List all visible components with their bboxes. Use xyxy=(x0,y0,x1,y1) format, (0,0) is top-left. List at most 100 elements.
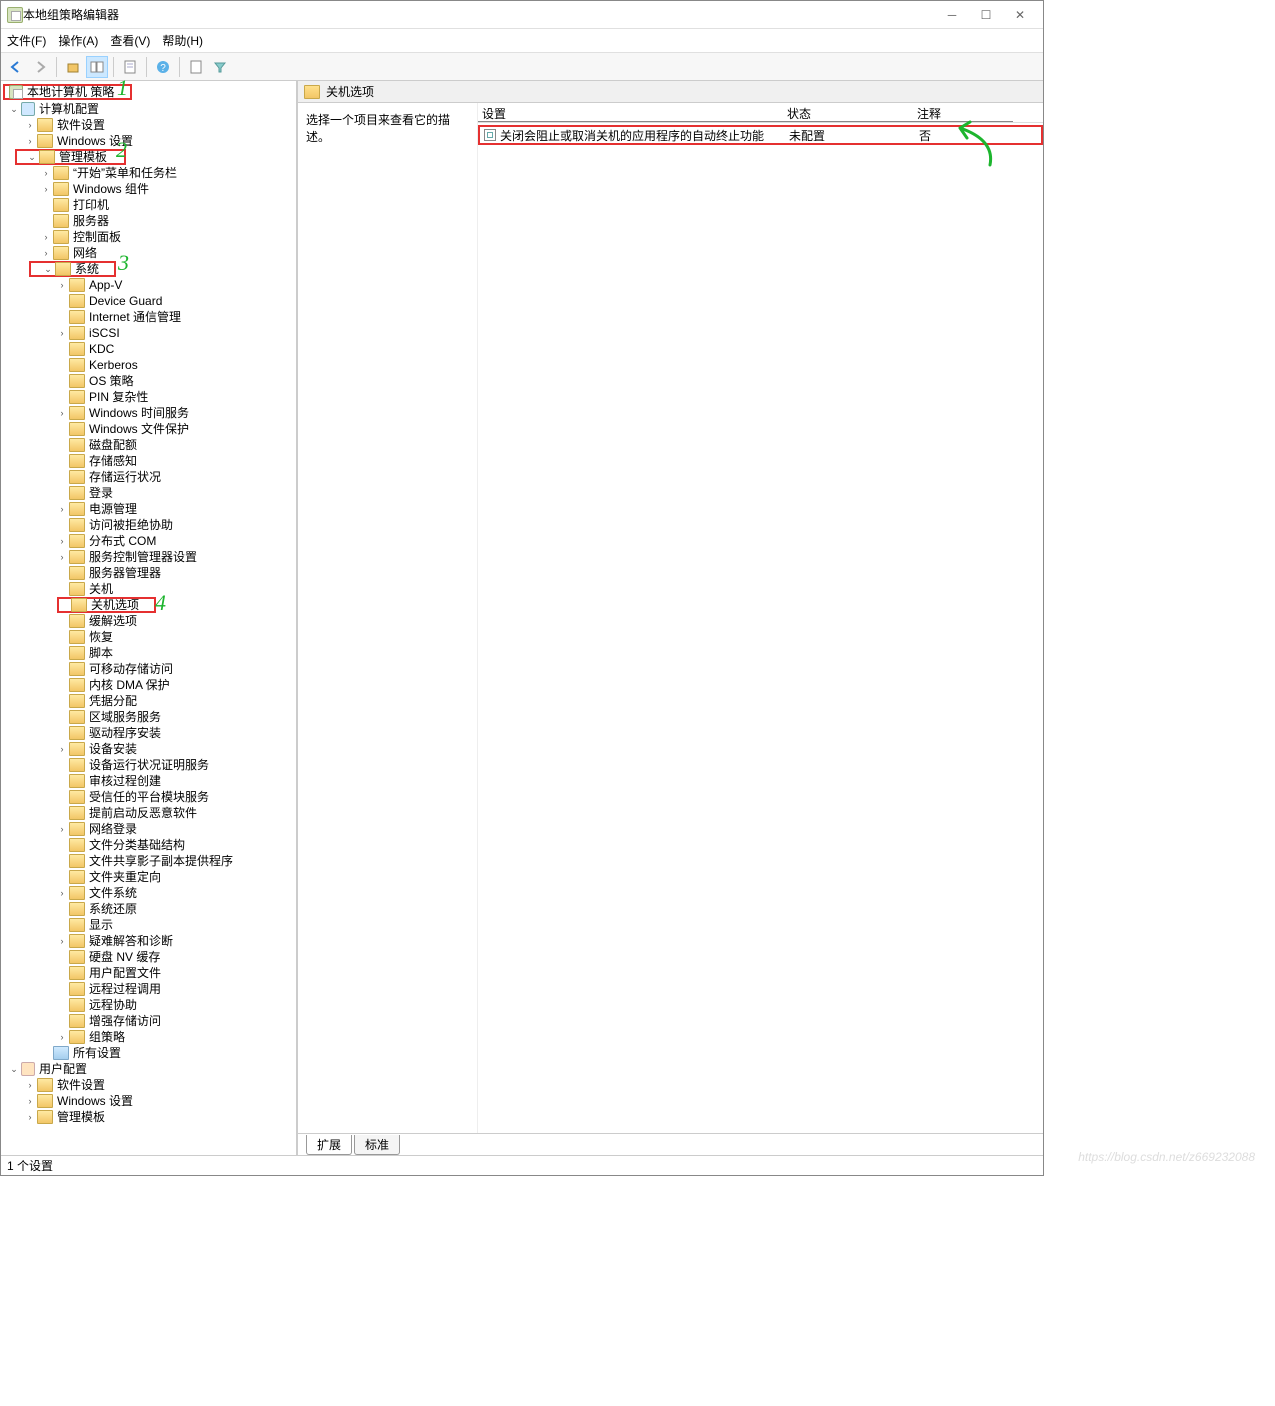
col-status[interactable]: 状态 xyxy=(783,103,913,122)
folder-icon xyxy=(304,85,320,99)
col-setting[interactable]: 设置 xyxy=(478,103,783,122)
tree-u-admin[interactable]: ›管理模板 xyxy=(1,1109,296,1125)
tree-windows-settings[interactable]: ›Windows 设置 xyxy=(1,133,296,149)
tree-computer-config[interactable]: ⌄计算机配置 xyxy=(1,101,296,117)
tree-server[interactable]: 服务器 xyxy=(1,213,296,229)
tree-trusted-platform[interactable]: 受信任的平台模块服务 xyxy=(1,789,296,805)
help-button[interactable]: ? xyxy=(152,56,174,78)
tree-network[interactable]: ›网络 xyxy=(1,245,296,261)
filter-button[interactable] xyxy=(209,56,231,78)
content-title: 关机选项 xyxy=(326,83,374,100)
tree-group-policy[interactable]: ›组策略 xyxy=(1,1029,296,1045)
annotation-3: 3 xyxy=(118,250,129,276)
tree-net-logon[interactable]: ›网络登录 xyxy=(1,821,296,837)
menu-file[interactable]: 文件(F) xyxy=(7,32,46,49)
tree-admin-templates[interactable]: ⌄管理模板 xyxy=(15,149,126,165)
tree-file-system[interactable]: ›文件系统 xyxy=(1,885,296,901)
tree-remote-assist[interactable]: 远程协助 xyxy=(1,997,296,1013)
content-panel: 关机选项 选择一个项目来查看它的描述。 设置 状态 注释 关闭会阻止或取消关机的… xyxy=(297,81,1043,1155)
tree-win-file-protect[interactable]: Windows 文件保护 xyxy=(1,421,296,437)
tree-start-menu[interactable]: ›“开始”菜单和任务栏 xyxy=(1,165,296,181)
maximize-button[interactable]: ☐ xyxy=(969,4,1003,26)
tree-control-panel[interactable]: ›控制面板 xyxy=(1,229,296,245)
tree-enhanced-storage[interactable]: 增强存储访问 xyxy=(1,1013,296,1029)
tree-remote-proc[interactable]: 远程过程调用 xyxy=(1,981,296,997)
tree-troubleshoot[interactable]: ›疑难解答和诊断 xyxy=(1,933,296,949)
menu-help[interactable]: 帮助(H) xyxy=(162,32,203,49)
content-header: 关机选项 xyxy=(298,81,1043,103)
menu-view[interactable]: 查看(V) xyxy=(110,32,150,49)
tree-scm-settings[interactable]: ›服务控制管理器设置 xyxy=(1,549,296,565)
tree-software-settings[interactable]: ›软件设置 xyxy=(1,117,296,133)
tree-pin-complexity[interactable]: PIN 复杂性 xyxy=(1,389,296,405)
settings-list[interactable]: 设置 状态 注释 关闭会阻止或取消关机的应用程序的自动终止功能 未配置 否 xyxy=(478,103,1043,1133)
tree-dist-com[interactable]: ›分布式 COM xyxy=(1,533,296,549)
policy-icon xyxy=(484,129,496,141)
minimize-button[interactable]: ─ xyxy=(935,4,969,26)
tree-kdc[interactable]: KDC xyxy=(1,341,296,357)
tree-system-restore[interactable]: 系统还原 xyxy=(1,901,296,917)
tree-display[interactable]: 显示 xyxy=(1,917,296,933)
tree-device-install[interactable]: ›设备安装 xyxy=(1,741,296,757)
up-button[interactable] xyxy=(62,56,84,78)
close-button[interactable]: ✕ xyxy=(1003,4,1037,26)
tree-regional-services[interactable]: 区域服务服务 xyxy=(1,709,296,725)
forward-button[interactable] xyxy=(29,56,51,78)
tree-early-launch[interactable]: 提前启动反恶意软件 xyxy=(1,805,296,821)
tree-shutdown[interactable]: 关机 xyxy=(1,581,296,597)
tree-panel[interactable]: 本地计算机 策略 ⌄计算机配置 ›软件设置 ›Windows 设置 ⌄管理模板 … xyxy=(1,81,297,1155)
tree-user-config[interactable]: ⌄用户配置 xyxy=(1,1061,296,1077)
tree-storage-sense[interactable]: 存储感知 xyxy=(1,453,296,469)
tree-u-windows[interactable]: ›Windows 设置 xyxy=(1,1093,296,1109)
tree-shutdown-options[interactable]: 关机选项 xyxy=(57,597,156,613)
tree-logon[interactable]: 登录 xyxy=(1,485,296,501)
tab-extended[interactable]: 扩展 xyxy=(306,1135,352,1155)
tree-driver-install[interactable]: 驱动程序安装 xyxy=(1,725,296,741)
menubar: 文件(F) 操作(A) 查看(V) 帮助(H) xyxy=(1,29,1043,53)
tree-iscsi[interactable]: ›iSCSI xyxy=(1,325,296,341)
tree-system[interactable]: ⌄系统 xyxy=(29,261,116,277)
tree-kernel-dma[interactable]: 内核 DMA 保护 xyxy=(1,677,296,693)
tree-all-settings[interactable]: 所有设置 xyxy=(1,1045,296,1061)
tree-cred-assign[interactable]: 凭据分配 xyxy=(1,693,296,709)
tree-kerberos[interactable]: Kerberos xyxy=(1,357,296,373)
tree-recovery[interactable]: 恢复 xyxy=(1,629,296,645)
tree-server-mgr[interactable]: 服务器管理器 xyxy=(1,565,296,581)
tree-device-run-health[interactable]: 设备运行状况证明服务 xyxy=(1,757,296,773)
back-button[interactable] xyxy=(5,56,27,78)
tree-win-time[interactable]: ›Windows 时间服务 xyxy=(1,405,296,421)
tree-buffer-options[interactable]: 缓解选项 xyxy=(1,613,296,629)
tree-internet-comm[interactable]: Internet 通信管理 xyxy=(1,309,296,325)
status-text: 1 个设置 xyxy=(7,1157,53,1174)
options-button[interactable] xyxy=(185,56,207,78)
tree-user-profile[interactable]: 用户配置文件 xyxy=(1,965,296,981)
tree-device-guard[interactable]: Device Guard xyxy=(1,293,296,309)
tree-printer[interactable]: 打印机 xyxy=(1,197,296,213)
tree-root[interactable]: 本地计算机 策略 xyxy=(3,84,132,100)
tree-folder-redir[interactable]: 文件夹重定向 xyxy=(1,869,296,885)
titlebar: 本地组策略编辑器 ─ ☐ ✕ xyxy=(1,1,1043,29)
tree-os-policy[interactable]: OS 策略 xyxy=(1,373,296,389)
tree-denied-access[interactable]: 访问被拒绝协助 xyxy=(1,517,296,533)
tree-file-class-basic[interactable]: 文件分类基础结构 xyxy=(1,837,296,853)
description-pane: 选择一个项目来查看它的描述。 xyxy=(298,103,478,1133)
tree-audit-proc-create[interactable]: 审核过程创建 xyxy=(1,773,296,789)
tree-scripts[interactable]: 脚本 xyxy=(1,645,296,661)
description-text: 选择一个项目来查看它的描述。 xyxy=(306,113,450,144)
tree-disk-nv-cache[interactable]: 硬盘 NV 缓存 xyxy=(1,949,296,965)
annotation-arrow-5 xyxy=(945,120,997,172)
tree-win-components[interactable]: ›Windows 组件 xyxy=(1,181,296,197)
menu-action[interactable]: 操作(A) xyxy=(58,32,98,49)
tree-file-share-shadow[interactable]: 文件共享影子副本提供程序 xyxy=(1,853,296,869)
tree-disk-quota[interactable]: 磁盘配额 xyxy=(1,437,296,453)
tab-standard[interactable]: 标准 xyxy=(354,1135,400,1155)
tree-storage-health[interactable]: 存储运行状况 xyxy=(1,469,296,485)
tree-removable-storage[interactable]: 可移动存储访问 xyxy=(1,661,296,677)
content-tabs: 扩展 标准 xyxy=(298,1133,1043,1155)
svg-text:?: ? xyxy=(160,63,166,74)
tree-u-software[interactable]: ›软件设置 xyxy=(1,1077,296,1093)
tree-appv[interactable]: ›App-V xyxy=(1,277,296,293)
annotation-1: 1 xyxy=(117,75,128,101)
show-tree-button[interactable] xyxy=(86,56,108,78)
tree-power-mgmt[interactable]: ›电源管理 xyxy=(1,501,296,517)
